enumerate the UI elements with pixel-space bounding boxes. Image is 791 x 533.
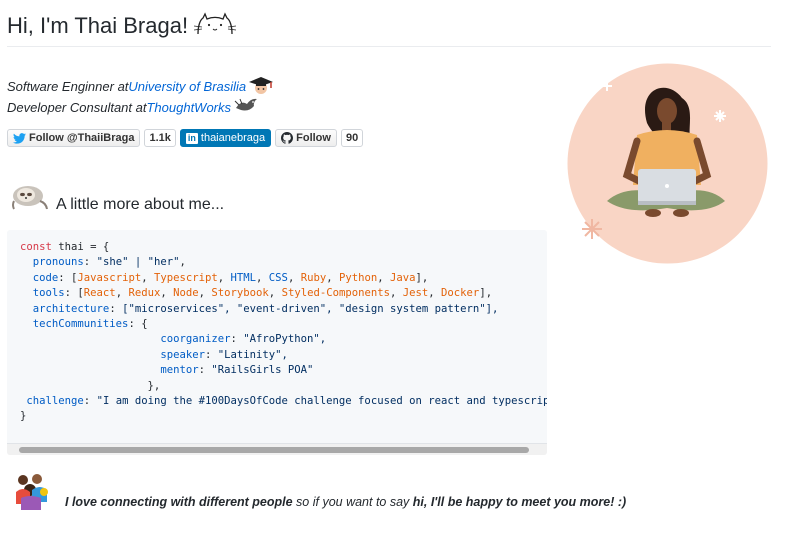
- code-item: Jest: [402, 287, 429, 300]
- code-item: Styled-Components: [281, 287, 390, 300]
- scrollbar-thumb[interactable]: [19, 447, 529, 453]
- code-item: Typescript: [153, 271, 218, 284]
- github-icon: [281, 132, 294, 144]
- code-item: React: [83, 287, 116, 300]
- github-follow-label: Follow: [296, 132, 331, 144]
- code-item: Python: [338, 271, 378, 284]
- code-text: thai = {: [51, 241, 110, 253]
- code-key: techCommunities: [32, 318, 129, 331]
- about-section-header: A little more about me...: [10, 181, 224, 216]
- org-link-thoughtworks[interactable]: ThoughtWorks: [146, 100, 231, 115]
- code-horizontal-scrollbar[interactable]: [7, 443, 547, 455]
- twitter-follow-button[interactable]: Follow @ThaiiBraga: [7, 129, 141, 147]
- code-item: Java: [390, 271, 416, 284]
- twitter-follower-count[interactable]: 1.1k: [144, 129, 176, 147]
- code-block[interactable]: const thai = { pronouns: "she" | "her", …: [7, 230, 547, 455]
- code-keyword: const: [20, 241, 52, 253]
- code-item: Node: [173, 287, 199, 300]
- social-badges: Follow @ThaiiBraga 1.1k in thaianebraga …: [7, 129, 364, 147]
- twitter-icon: [13, 132, 26, 144]
- code-value: ["microservices", "event-driven", "desig…: [122, 302, 499, 315]
- code-key: coorganizer: [160, 333, 231, 346]
- people-group-icon: [13, 470, 53, 515]
- footer-bold-hi: hi: [412, 495, 424, 509]
- code-item: Ruby: [300, 271, 327, 284]
- twitter-follow-label: Follow @ThaiiBraga: [29, 132, 135, 144]
- about-section-title: A little more about me...: [56, 196, 225, 213]
- linkedin-label: thaianebraga: [200, 132, 266, 144]
- org-link-unb[interactable]: University of Brasilia: [128, 79, 246, 94]
- footer-text-mid: so if you want to say: [292, 495, 413, 509]
- bird-icon: [233, 96, 259, 119]
- code-key: code: [32, 271, 59, 284]
- code-item: HTML: [230, 271, 257, 284]
- github-follow-button[interactable]: Follow: [275, 129, 337, 147]
- code-key: mentor: [160, 364, 199, 377]
- code-key: tools: [32, 287, 65, 300]
- header: Hi, I'm Thai Braga!: [7, 10, 771, 47]
- code-value: "I am doing the #100DaysOfCode challenge…: [96, 395, 547, 408]
- footer-bold-text: I love connecting with different people: [65, 495, 293, 509]
- page-title: Hi, I'm Thai Braga!: [7, 13, 189, 38]
- code-key: challenge: [26, 395, 84, 408]
- code-key: speaker: [160, 348, 205, 361]
- cat-doodle-icon: [194, 12, 237, 43]
- code-value: "she" | "her": [96, 256, 180, 269]
- code-key: architecture: [32, 302, 110, 315]
- role-prefix: Software Enginner at: [7, 79, 129, 94]
- code-item: Docker: [441, 287, 480, 300]
- linkedin-icon: in: [185, 132, 198, 144]
- code-item: CSS: [268, 271, 288, 284]
- code-content: const thai = { pronouns: "she" | "her", …: [20, 240, 547, 425]
- code-value: "AfroPython",: [243, 333, 327, 346]
- code-item: Redux: [128, 287, 161, 300]
- code-item: Javascript: [77, 271, 142, 284]
- code-value: "Latinity",: [217, 348, 288, 361]
- code-value: "RailsGirls POA": [211, 364, 314, 377]
- github-follower-count[interactable]: 90: [340, 129, 364, 147]
- role-prefix: Developer Consultant at: [7, 100, 147, 115]
- role-line-2: Developer Consultant at ThoughtWorks: [7, 96, 259, 119]
- footer: I love connecting with different people …: [13, 470, 626, 515]
- developer-illustration: [567, 63, 768, 264]
- sloth-icon: [10, 181, 48, 216]
- linkedin-badge[interactable]: in thaianebraga: [179, 129, 272, 147]
- footer-message: I love connecting with different people …: [65, 495, 626, 509]
- footer-bold-end: , I'll be happy to meet you more! :): [423, 495, 627, 509]
- code-key: pronouns: [32, 256, 84, 269]
- role-line-1: Software Enginner at University of Brasi…: [7, 75, 274, 98]
- graduation-cap-icon: [248, 75, 274, 98]
- code-item: Storybook: [211, 287, 269, 300]
